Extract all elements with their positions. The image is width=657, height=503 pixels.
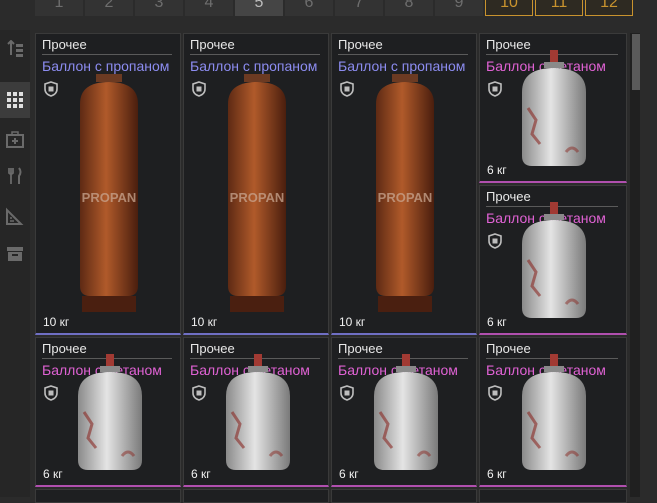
methane-tank-image [518, 200, 590, 324]
shield-icon [192, 385, 206, 401]
item-card-partial[interactable] [479, 489, 627, 503]
item-weight: 10 кг [43, 315, 70, 329]
page-tabs: 1 2 3 4 5 6 7 8 9 10 11 12 [35, 0, 635, 16]
item-name: Баллон с пропаном [42, 58, 170, 74]
item-card[interactable]: Прочее Баллон с метаном 6 кг [479, 33, 627, 183]
item-name: Баллон с пропаном [338, 58, 466, 74]
page-tab-12[interactable]: 12 [585, 0, 633, 16]
scrollbar-thumb[interactable] [632, 34, 640, 90]
page-tab-9[interactable]: 9 [435, 0, 483, 16]
methane-tank-image [518, 48, 590, 172]
scrollbar-track[interactable] [630, 33, 640, 497]
shield-icon [488, 81, 502, 97]
food-icon [8, 167, 22, 184]
ruler-icon [6, 207, 24, 225]
item-category: Прочее [190, 37, 320, 55]
propane-label: PROPAN [230, 190, 285, 205]
item-weight: 6 кг [339, 467, 359, 481]
page-tab-8[interactable]: 8 [385, 0, 433, 16]
propane-tank-image: PROPAN [224, 74, 290, 314]
category-sidebar [0, 30, 30, 497]
methane-tank-image [222, 352, 294, 476]
item-card[interactable]: Прочее Баллон с пропаном PROPAN 10 кг [35, 33, 181, 335]
page-tab-11[interactable]: 11 [535, 0, 583, 16]
food-filter-button[interactable] [0, 158, 30, 194]
tools-filter-button[interactable] [0, 198, 30, 234]
crate-icon [7, 247, 23, 261]
propane-tank-image: PROPAN [76, 74, 142, 314]
page-tab-2[interactable]: 2 [85, 0, 133, 16]
sort-button[interactable] [0, 32, 30, 68]
page-tab-1[interactable]: 1 [35, 0, 83, 16]
page-tab-6[interactable]: 6 [285, 0, 333, 16]
methane-tank-image [370, 352, 442, 476]
item-weight: 10 кг [191, 315, 218, 329]
inventory-grid: Прочее Баллон с пропаном PROPAN 10 кг Пр… [34, 33, 628, 503]
page-tab-4[interactable]: 4 [185, 0, 233, 16]
page-tab-10[interactable]: 10 [485, 0, 533, 16]
page-tab-5[interactable]: 5 [235, 0, 283, 16]
shield-icon [44, 81, 58, 97]
item-category: Прочее [42, 37, 172, 55]
item-card[interactable]: Прочее Баллон с метаном 6 кг [35, 337, 181, 487]
item-card[interactable]: Прочее Баллон с метаном 6 кг [183, 337, 329, 487]
item-weight: 6 кг [487, 467, 507, 481]
shield-icon [488, 233, 502, 249]
grid-view-button[interactable] [0, 82, 30, 118]
page-tab-7[interactable]: 7 [335, 0, 383, 16]
item-card[interactable]: Прочее Баллон с метаном 6 кг [331, 337, 477, 487]
shield-icon [340, 81, 354, 97]
propane-label: PROPAN [378, 190, 433, 205]
item-weight: 6 кг [191, 467, 211, 481]
storage-filter-button[interactable] [0, 236, 30, 272]
page-tab-3[interactable]: 3 [135, 0, 183, 16]
item-card-partial[interactable] [331, 489, 477, 503]
item-weight: 10 кг [339, 315, 366, 329]
item-card-partial[interactable] [183, 489, 329, 503]
shield-icon [340, 385, 354, 401]
methane-tank-image [518, 352, 590, 476]
item-card[interactable]: Прочее Баллон с метаном 6 кг [479, 337, 627, 487]
item-weight: 6 кг [487, 315, 507, 329]
shield-icon [44, 385, 58, 401]
item-card[interactable]: Прочее Баллон с пропаном PROPAN 10 кг [331, 33, 477, 335]
shield-icon [488, 385, 502, 401]
item-card[interactable]: Прочее Баллон с метаном 6 кг [479, 185, 627, 335]
sort-icon [7, 40, 23, 57]
item-card[interactable]: Прочее Баллон с пропаном PROPAN 10 кг [183, 33, 329, 335]
grid-icon [7, 92, 23, 108]
propane-tank-image: PROPAN [372, 74, 438, 314]
item-weight: 6 кг [43, 467, 63, 481]
item-category: Прочее [338, 37, 468, 55]
item-card-partial[interactable] [35, 489, 181, 503]
propane-label: PROPAN [82, 190, 137, 205]
medical-filter-button[interactable] [0, 122, 30, 158]
methane-tank-image [74, 352, 146, 476]
medkit-icon [6, 131, 24, 148]
shield-icon [192, 81, 206, 97]
item-name: Баллон с пропаном [190, 58, 318, 74]
item-weight: 6 кг [487, 163, 507, 177]
